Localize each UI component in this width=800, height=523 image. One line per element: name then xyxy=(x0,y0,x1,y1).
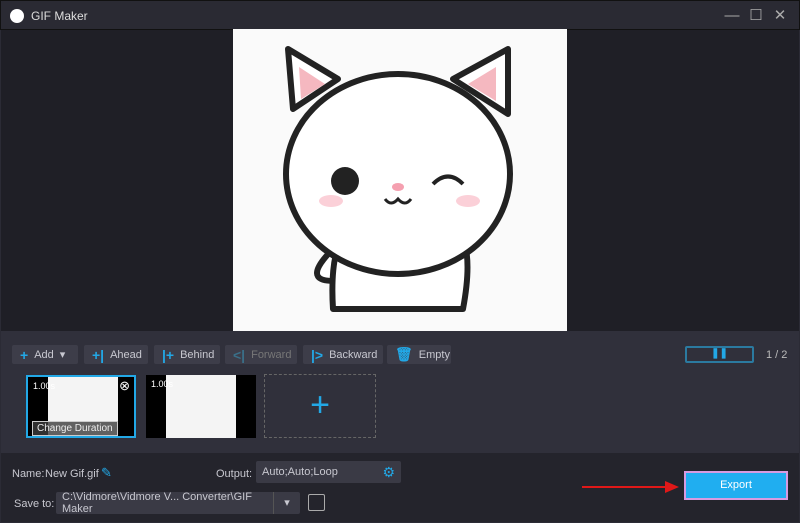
chevron-down-icon[interactable]: ▾ xyxy=(273,492,300,514)
maximize-icon[interactable]: ☐ xyxy=(747,7,765,25)
folder-icon[interactable] xyxy=(308,494,325,511)
behind-button[interactable]: |+ Behind xyxy=(154,345,220,364)
forward-icon: <| xyxy=(233,346,246,363)
frame-image xyxy=(166,375,236,438)
save-path-dropdown[interactable]: C:\Vidmore\Vidmore V... Converter\GIF Ma… xyxy=(56,491,300,515)
add-frame-slot[interactable]: + xyxy=(264,374,376,438)
name-value: New Gif.gif xyxy=(45,468,99,480)
output-label: Output: xyxy=(216,468,253,480)
frame-counter: 1 / 2 xyxy=(766,349,788,361)
pause-button[interactable]: ❚❚ xyxy=(685,346,754,363)
trash-icon: 🗑 xyxy=(395,346,413,362)
gear-icon[interactable]: ⚙ xyxy=(382,464,395,481)
add-button[interactable]: + Add ▾ xyxy=(12,345,78,364)
arrow-head-icon xyxy=(665,481,679,493)
output-value: Auto;Auto;Loop xyxy=(262,466,338,478)
export-button[interactable]: Export xyxy=(684,471,788,500)
frame-duration: 1.00s xyxy=(33,381,56,391)
close-icon[interactable]: ✕ xyxy=(771,7,789,25)
insert-behind-icon: |+ xyxy=(162,346,175,363)
minimize-icon[interactable]: — xyxy=(723,7,741,25)
frame-duration: 1.00s xyxy=(151,379,174,389)
chevron-down-icon[interactable]: ▾ xyxy=(60,348,66,361)
empty-label: Empty xyxy=(418,348,450,361)
remove-frame-icon[interactable]: ⊗ xyxy=(119,378,130,394)
forward-button[interactable]: <| Forward xyxy=(225,345,297,364)
save-to-label: Save to: xyxy=(14,498,55,510)
window-title: GIF Maker xyxy=(31,9,88,23)
red-arrow xyxy=(582,486,672,488)
forward-label: Forward xyxy=(251,348,292,361)
frame-thumbnail[interactable]: 1.00s ⊗ Change Duration xyxy=(26,375,136,438)
ahead-label: Ahead xyxy=(110,348,142,361)
preview-image xyxy=(233,29,567,331)
insert-ahead-icon: +| xyxy=(92,346,105,363)
output-settings[interactable]: Auto;Auto;Loop ⚙ xyxy=(256,461,401,483)
name-label: Name: xyxy=(12,468,45,480)
behind-label: Behind xyxy=(180,348,215,361)
frame-thumbnail[interactable]: 1.00s xyxy=(146,375,256,438)
empty-button[interactable]: 🗑 Empty xyxy=(387,345,451,364)
pause-icon: ❚❚ xyxy=(711,348,728,359)
change-duration-button[interactable]: Change Duration xyxy=(32,421,118,436)
save-path: C:\Vidmore\Vidmore V... Converter\GIF Ma… xyxy=(62,491,252,515)
edit-name-icon[interactable]: ✎ xyxy=(101,465,112,481)
plus-icon: + xyxy=(20,346,29,363)
title-bar: GIF Maker — ☐ ✕ xyxy=(0,0,800,30)
add-label: Add xyxy=(34,348,54,361)
plus-icon: + xyxy=(310,386,330,424)
app-logo xyxy=(10,9,24,23)
ahead-button[interactable]: +| Ahead xyxy=(84,345,148,364)
backward-button[interactable]: |> Backward xyxy=(303,345,383,364)
backward-label: Backward xyxy=(329,348,378,361)
backward-icon: |> xyxy=(311,346,324,363)
